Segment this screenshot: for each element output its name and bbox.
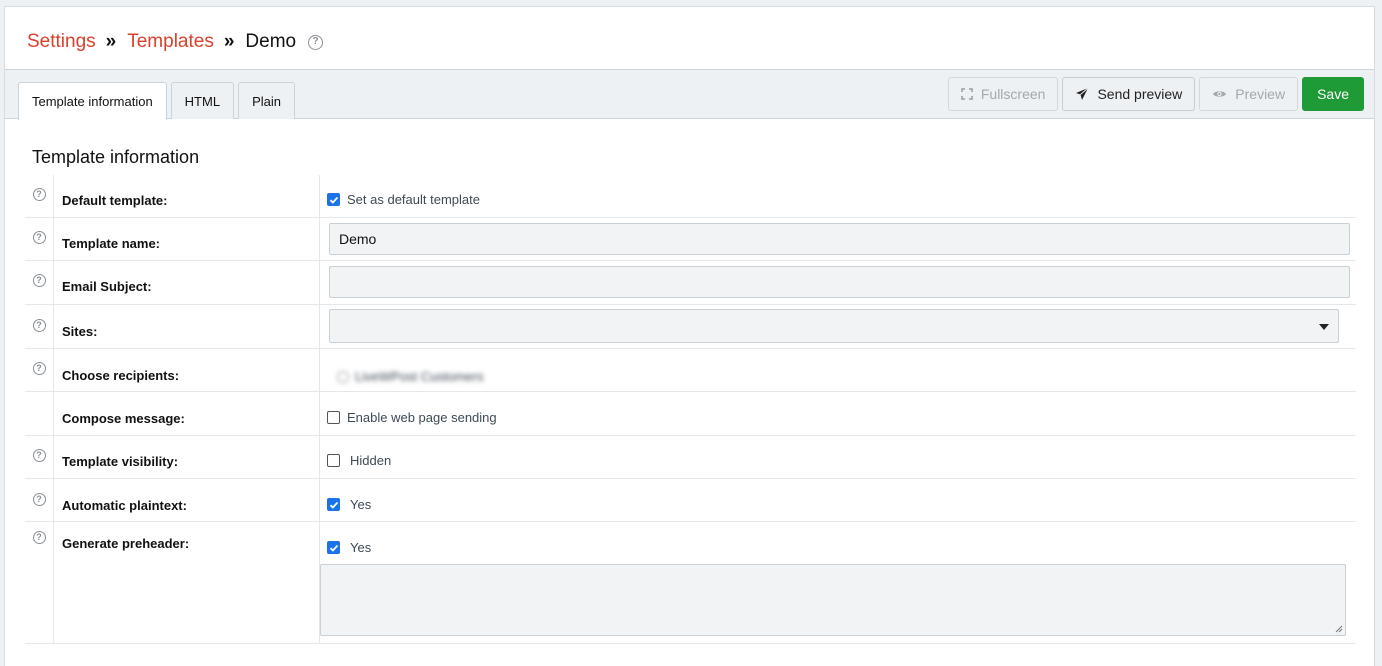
fullscreen-label: Fullscreen — [980, 86, 1046, 102]
help-icon[interactable]: ? — [32, 531, 46, 544]
divider — [319, 392, 320, 435]
automatic-plaintext-label: Automatic plaintext: — [62, 498, 187, 513]
tab-html[interactable]: HTML — [170, 82, 235, 119]
automatic-plaintext-checkbox[interactable] — [327, 498, 340, 511]
check-icon — [329, 501, 338, 509]
template-name-input[interactable]: Demo — [329, 223, 1350, 255]
choose-recipients-label: Choose recipients: — [62, 368, 180, 383]
web-page-sending-checkbox[interactable] — [327, 411, 340, 424]
default-template-checkbox[interactable] — [327, 193, 340, 206]
divider — [319, 261, 320, 304]
form-row-sites: ? Sites: — [25, 305, 1356, 349]
help-column: ? — [25, 436, 54, 478]
generate-preheader-checkbox[interactable] — [327, 541, 340, 554]
email-subject-label: Email Subject: — [62, 279, 152, 294]
help-column: ? — [25, 305, 54, 348]
generate-preheader-option: Yes — [350, 540, 372, 555]
automatic-plaintext-value: Yes — [327, 497, 371, 512]
email-subject-input[interactable] — [329, 266, 1350, 298]
save-button[interactable]: Save — [1302, 77, 1364, 111]
divider — [319, 479, 320, 521]
divider — [319, 175, 320, 217]
form-row-automatic-plaintext: ? Automatic plaintext: Yes — [25, 479, 1356, 522]
help-icon[interactable]: ? — [32, 449, 46, 462]
divider — [319, 349, 320, 391]
hidden-option: Hidden — [350, 453, 392, 468]
generate-preheader-label: Generate preheader: — [62, 536, 190, 551]
app-frame: Settings » Templates » Demo ? Template i… — [4, 6, 1375, 666]
sites-select[interactable] — [329, 309, 1339, 343]
eye-icon — [1213, 91, 1227, 97]
help-icon[interactable]: ? — [32, 493, 46, 506]
action-buttons: Fullscreen Send preview Preview Save — [944, 77, 1364, 111]
web-page-sending-option: Enable web page sending — [347, 410, 497, 425]
form-row-template-visibility: ? Template visibility: Hidden — [25, 436, 1356, 479]
fullscreen-icon — [961, 88, 973, 100]
help-column: ? — [25, 522, 54, 643]
form-row-email-subject: ? Email Subject: — [25, 261, 1356, 305]
generate-preheader-value: Yes — [327, 540, 371, 555]
help-column: ? — [25, 261, 54, 304]
help-icon[interactable]: ? — [32, 231, 46, 244]
form-row-compose-message: Compose message: Enable web page sending — [25, 392, 1356, 436]
breadcrumb-current: Demo — [245, 31, 297, 52]
breadcrumb-separator: » — [105, 31, 116, 52]
help-column: ? — [25, 349, 54, 391]
page-header: Settings » Templates » Demo ? — [5, 7, 1374, 70]
recipients-option-label: LiveWPost Customers — [355, 369, 484, 384]
help-column: ? — [25, 479, 54, 521]
help-column — [25, 392, 54, 435]
send-preview-label: Send preview — [1097, 86, 1183, 102]
form-row-template-name: ? Template name: Demo — [25, 218, 1356, 261]
template-visibility-label: Template visibility: — [62, 454, 179, 469]
help-column: ? — [25, 218, 54, 260]
form-row-generate-preheader: ? Generate preheader: Yes — [25, 522, 1356, 644]
help-icon[interactable]: ? — [308, 34, 324, 50]
automatic-plaintext-option: Yes — [350, 497, 372, 512]
form-row-choose-recipients: ? Choose recipients: LiveWPost Customers — [25, 349, 1356, 392]
help-icon[interactable]: ? — [32, 274, 46, 287]
default-template-option: Set as default template — [347, 192, 480, 207]
divider — [319, 305, 320, 348]
main-content: Template information ? Default template:… — [5, 120, 1374, 666]
template-visibility-value: Hidden — [327, 453, 391, 468]
breadcrumb: Settings » Templates » Demo ? — [27, 31, 324, 53]
breadcrumb-separator: » — [223, 31, 234, 52]
resize-handle-icon[interactable] — [1334, 624, 1343, 633]
chevron-down-icon — [1319, 324, 1329, 330]
divider — [319, 218, 320, 260]
preheader-textarea[interactable] — [320, 564, 1346, 636]
radio-button[interactable] — [337, 370, 349, 383]
form-row-default-template: ? Default template: Set as default templ… — [25, 175, 1356, 218]
check-icon — [329, 544, 338, 552]
template-name-label: Template name: — [62, 236, 161, 251]
preview-label: Preview — [1235, 86, 1286, 102]
hidden-checkbox[interactable] — [327, 454, 340, 467]
tab-template-information[interactable]: Template information — [18, 82, 167, 120]
tab-bar: Template information HTML Plain — [18, 82, 299, 120]
section-title: Template information — [32, 147, 200, 167]
breadcrumb-templates-link[interactable]: Templates — [127, 31, 214, 53]
compose-message-value: Enable web page sending — [327, 410, 497, 425]
send-preview-button[interactable]: Send preview — [1062, 77, 1196, 111]
toolbar: Template information HTML Plain Fullscre… — [5, 70, 1374, 120]
fullscreen-button[interactable]: Fullscreen — [947, 77, 1059, 111]
compose-message-label: Compose message: — [62, 411, 185, 426]
help-column: ? — [25, 175, 54, 217]
paper-plane-icon — [1076, 87, 1089, 100]
preview-button[interactable]: Preview — [1199, 77, 1299, 111]
help-icon[interactable]: ? — [32, 362, 46, 375]
default-template-value: Set as default template — [327, 192, 480, 207]
divider — [319, 436, 320, 478]
help-icon[interactable]: ? — [32, 188, 46, 201]
default-template-label: Default template: — [62, 193, 168, 208]
recipients-option[interactable]: LiveWPost Customers — [337, 369, 484, 384]
help-icon[interactable]: ? — [32, 319, 46, 332]
breadcrumb-settings-link[interactable]: Settings — [27, 31, 96, 53]
check-icon — [329, 196, 338, 204]
tab-plain[interactable]: Plain — [238, 82, 295, 119]
sites-label: Sites: — [62, 324, 98, 339]
